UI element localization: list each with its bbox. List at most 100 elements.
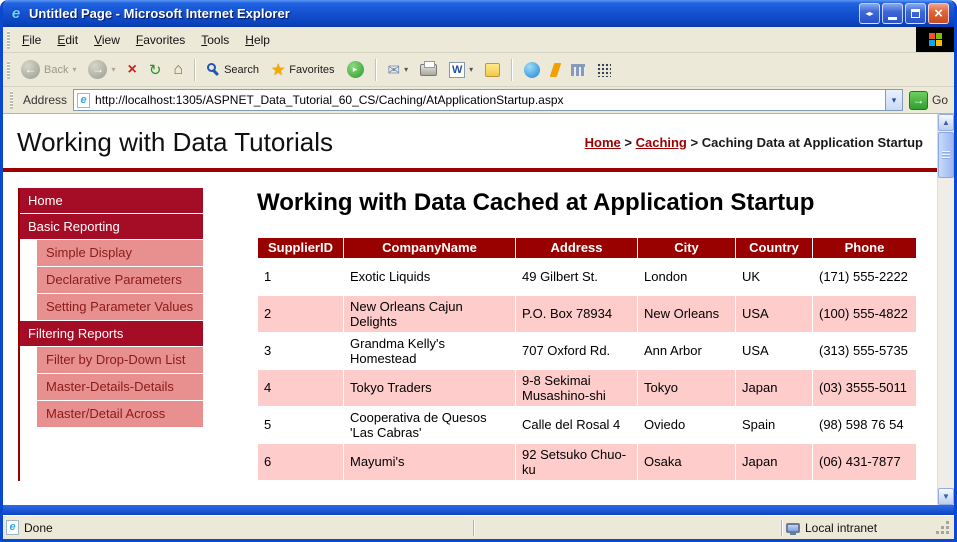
folders-icon xyxy=(571,64,585,76)
breadcrumb-separator: > xyxy=(691,135,699,150)
sidebar-item-master-detail-across[interactable]: Master/Detail Across xyxy=(37,401,203,427)
status-text: Done xyxy=(24,521,53,535)
table-cell: USA xyxy=(736,295,813,332)
forward-button[interactable]: → ▾ xyxy=(83,58,120,81)
address-url-text[interactable]: http://localhost:1305/ASPNET_Data_Tutori… xyxy=(95,93,880,107)
addressbar-grip-handle[interactable] xyxy=(10,91,13,109)
table-cell: 9-8 Sekimai Musashino-shi xyxy=(516,369,638,406)
table-cell: Mayumi's xyxy=(344,443,516,480)
sidebar-item-basic-reporting[interactable]: Basic Reporting xyxy=(20,214,203,239)
menu-tools[interactable]: Tools xyxy=(193,29,237,51)
sidebar-item-simple-display[interactable]: Simple Display xyxy=(37,240,203,266)
sidebar-item-setting-parameter-values[interactable]: Setting Parameter Values xyxy=(37,294,203,320)
stop-button[interactable]: × xyxy=(123,59,142,81)
stop-icon: × xyxy=(128,61,137,79)
status-section-zone: Local intranet xyxy=(786,521,936,535)
folders-button[interactable] xyxy=(566,62,590,78)
table-cell: Ann Arbor xyxy=(638,332,736,369)
minimize-button[interactable] xyxy=(882,3,903,24)
table-cell: 707 Oxford Rd. xyxy=(516,332,638,369)
sidebar-item-filter-by-drop-down-list[interactable]: Filter by Drop-Down List xyxy=(37,347,203,373)
edit-dropdown-icon: ▾ xyxy=(469,65,473,74)
left-right-arrows-icon: ◂▸ xyxy=(865,9,873,18)
page-body: Home Basic Reporting Simple Display Decl… xyxy=(3,172,937,481)
favorites-button[interactable]: ★ Favorites xyxy=(266,58,340,82)
sidebar-nav: Home Basic Reporting Simple Display Decl… xyxy=(18,188,203,481)
table-cell: 92 Setsuko Chuo-ku xyxy=(516,443,638,480)
address-dropdown-button[interactable]: ▾ xyxy=(885,90,902,110)
sidebar-item-filtering-reports[interactable]: Filtering Reports xyxy=(20,321,203,346)
web-page: Working with Data Tutorials Home > Cachi… xyxy=(3,114,937,505)
zone-text: Local intranet xyxy=(805,521,877,535)
media-button[interactable]: ▸ xyxy=(342,59,369,80)
table-cell: Japan xyxy=(736,369,813,406)
scrollbar-track[interactable] xyxy=(938,179,954,488)
back-button[interactable]: ← Back ▾ xyxy=(16,58,81,81)
table-cell: 1 xyxy=(258,258,344,295)
menubar-grip-handle[interactable] xyxy=(7,31,10,49)
menu-help[interactable]: Help xyxy=(237,29,278,51)
page-header: Working with Data Tutorials Home > Cachi… xyxy=(3,114,937,168)
edit-word-icon: W xyxy=(449,62,465,78)
menu-view[interactable]: View xyxy=(86,29,128,51)
messenger-button[interactable] xyxy=(519,60,545,80)
status-page-icon: e xyxy=(6,520,19,535)
research-button[interactable] xyxy=(547,61,564,79)
mail-button[interactable]: ✉ ▾ xyxy=(383,59,414,81)
sidebar-item-home[interactable]: Home xyxy=(20,188,203,213)
toolbar-separator xyxy=(194,59,196,81)
vertical-scrollbar[interactable]: ▲ ▼ xyxy=(937,114,954,505)
title-bar[interactable]: e Untitled Page - Microsoft Internet Exp… xyxy=(3,0,954,27)
table-cell: 3 xyxy=(258,332,344,369)
table-cell: 49 Gilbert St. xyxy=(516,258,638,295)
refresh-button[interactable]: ↻ xyxy=(144,59,167,81)
search-button[interactable]: Search xyxy=(202,61,264,78)
address-bar: Address e http://localhost:1305/ASPNET_D… xyxy=(3,87,954,114)
maximize-button[interactable] xyxy=(905,3,926,24)
window-resize-grip[interactable] xyxy=(936,520,951,536)
column-header-address: Address xyxy=(516,237,638,258)
toolbar-grip-handle[interactable] xyxy=(7,61,10,79)
window-bottom-border xyxy=(3,505,954,515)
breadcrumb-link-caching[interactable]: Caching xyxy=(636,135,687,150)
toolbar-separator xyxy=(375,59,377,81)
breadcrumb-link-home[interactable]: Home xyxy=(585,135,621,150)
edit-button[interactable]: W ▾ xyxy=(444,60,478,80)
menu-favorites[interactable]: Favorites xyxy=(128,29,193,51)
scrollbar-thumb[interactable] xyxy=(938,132,954,178)
address-input[interactable]: e http://localhost:1305/ASPNET_Data_Tuto… xyxy=(73,89,903,111)
standard-toolbar: ← Back ▾ → ▾ × ↻ ⌂ Search ★ Favorites ▸ xyxy=(3,53,954,87)
table-cell: Spain xyxy=(736,406,813,443)
status-divider xyxy=(473,520,475,536)
breadcrumb-current: Caching Data at Application Startup xyxy=(702,135,923,150)
menu-file[interactable]: File xyxy=(14,29,49,51)
back-arrow-icon: ← xyxy=(21,60,40,79)
mail-dropdown-icon: ▾ xyxy=(404,65,408,74)
messenger-icon xyxy=(524,62,540,78)
close-button[interactable]: × xyxy=(928,3,949,24)
browser-viewport: Working with Data Tutorials Home > Cachi… xyxy=(3,114,954,505)
print-button[interactable] xyxy=(415,62,442,78)
table-cell: (03) 3555-5011 xyxy=(813,369,917,406)
home-button[interactable]: ⌂ xyxy=(168,59,188,81)
go-button[interactable]: → Go xyxy=(909,91,948,110)
sidebar-item-master-details-details[interactable]: Master-Details-Details xyxy=(37,374,203,400)
home-icon: ⌂ xyxy=(173,61,183,79)
scroll-up-button[interactable]: ▲ xyxy=(938,114,954,131)
table-cell: 6 xyxy=(258,443,344,480)
table-cell: (98) 598 76 54 xyxy=(813,406,917,443)
discuss-button[interactable] xyxy=(480,61,505,79)
discuss-note-icon xyxy=(485,63,500,77)
column-header-supplierid: SupplierID xyxy=(258,237,344,258)
table-cell: P.O. Box 78934 xyxy=(516,295,638,332)
windows-logo-icon xyxy=(929,33,942,46)
sidebar-item-declarative-parameters[interactable]: Declarative Parameters xyxy=(37,267,203,293)
window-arrows-button[interactable]: ◂▸ xyxy=(859,3,880,24)
menu-edit[interactable]: Edit xyxy=(49,29,86,51)
breadcrumb: Home > Caching > Caching Data at Applica… xyxy=(585,135,923,150)
table-cell: 2 xyxy=(258,295,344,332)
table-cell: (06) 431-7877 xyxy=(813,443,917,480)
close-icon: × xyxy=(934,6,943,21)
grid-button[interactable] xyxy=(592,61,616,79)
scroll-down-button[interactable]: ▼ xyxy=(938,488,954,505)
